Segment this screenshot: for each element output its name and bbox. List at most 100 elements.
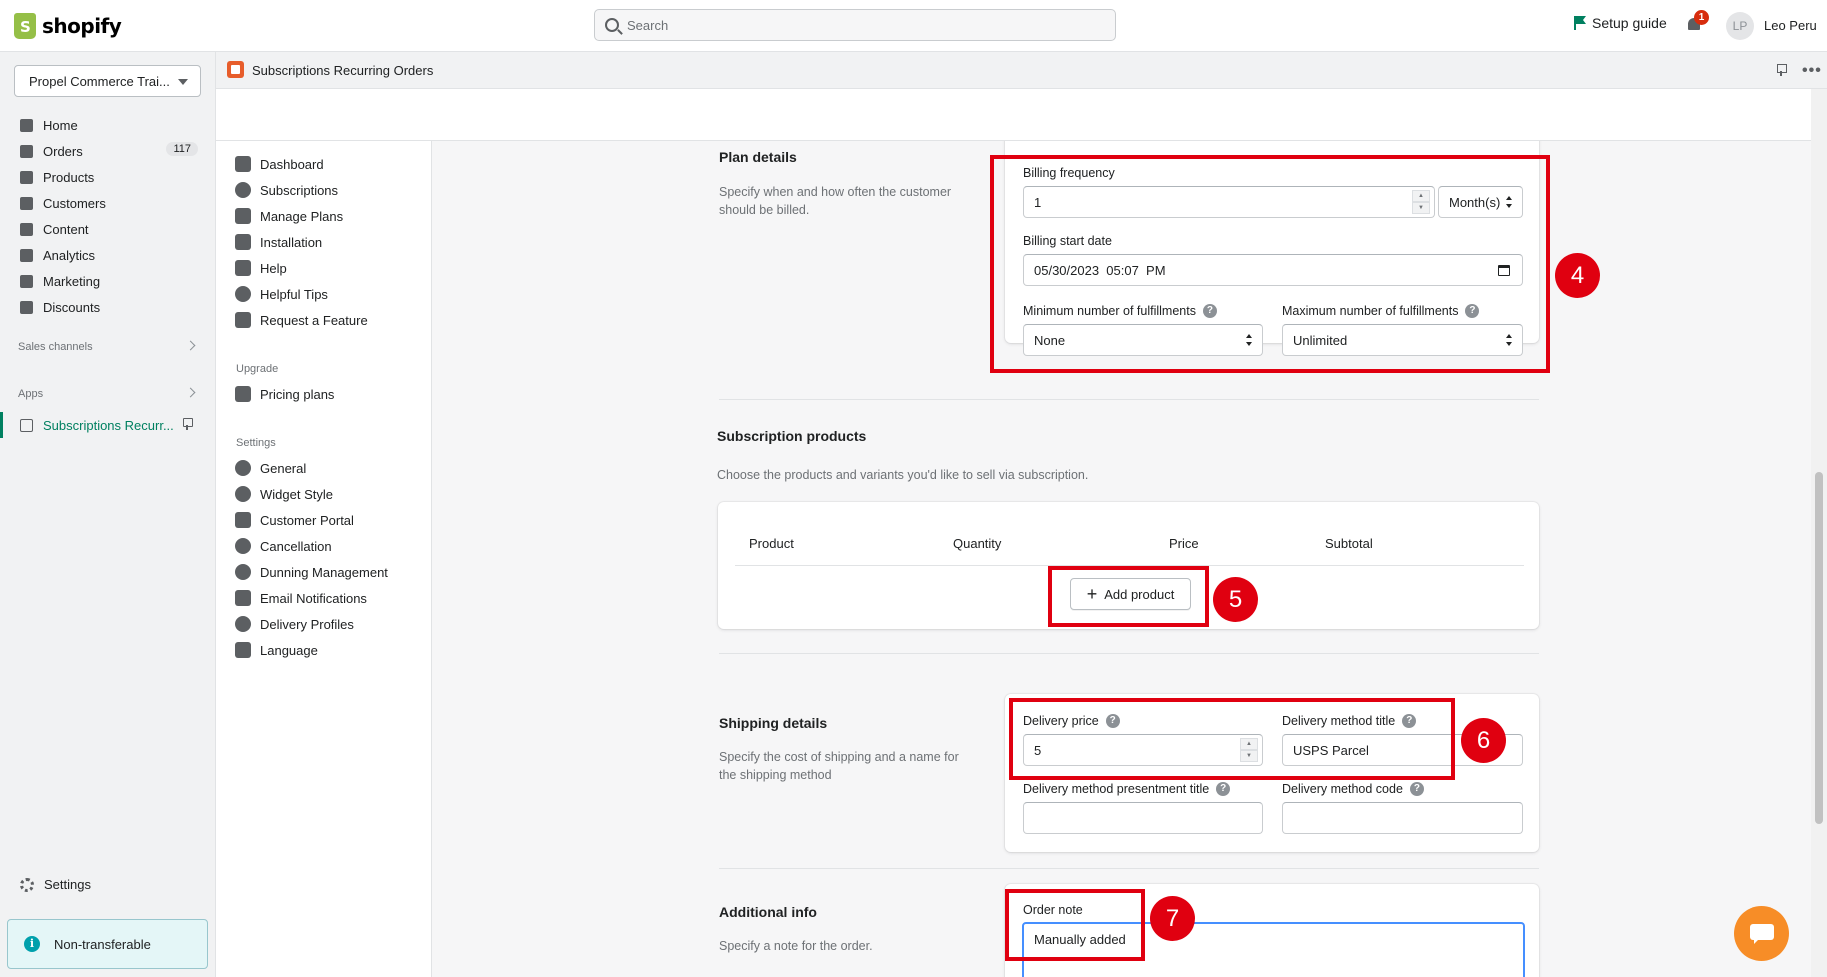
flag-icon xyxy=(1574,16,1586,30)
app-nav-delivery-profiles[interactable]: Delivery Profiles xyxy=(235,616,354,632)
column-header-subtotal: Subtotal xyxy=(1325,536,1373,551)
app-nav-manage-plans[interactable]: Manage Plans xyxy=(235,208,343,224)
app-nav-label: Dashboard xyxy=(260,156,324,172)
sidebar-item-label: Analytics xyxy=(43,247,96,263)
sidebar-item-home[interactable]: Home xyxy=(20,114,200,136)
pin-icon[interactable] xyxy=(1777,64,1787,76)
sidebar-item-label: Marketing xyxy=(43,273,101,289)
sidebar-item-analytics[interactable]: Analytics xyxy=(20,244,200,266)
sidebar-item-orders[interactable]: Orders 117 xyxy=(20,140,200,162)
method-code-label: Delivery method code? xyxy=(1282,782,1424,796)
method-code-input[interactable] xyxy=(1282,802,1523,834)
refresh-icon xyxy=(235,564,251,580)
app-frame-header xyxy=(216,89,1811,141)
annotation-step-5: 5 xyxy=(1213,577,1258,622)
sales-channels-section[interactable]: Sales channels xyxy=(18,340,198,353)
sales-channels-label: Sales channels xyxy=(18,341,93,353)
presentment-title-input[interactable] xyxy=(1023,802,1263,834)
help-icon[interactable]: ? xyxy=(1216,782,1231,796)
logo-text: shopify xyxy=(42,14,122,38)
app-nav-dunning[interactable]: Dunning Management xyxy=(235,564,388,580)
app-nav-request-feature[interactable]: Request a Feature xyxy=(235,312,368,328)
active-indicator xyxy=(0,412,3,438)
home-icon xyxy=(20,118,33,132)
app-nav-helpful-tips[interactable]: Helpful Tips xyxy=(235,286,328,302)
setup-guide-label: Setup guide xyxy=(1592,15,1667,31)
shopify-logo[interactable]: shopify xyxy=(14,13,122,39)
shopify-bag-icon xyxy=(14,13,36,39)
annotation-step-6: 6 xyxy=(1461,718,1506,763)
app-nav-language[interactable]: Language xyxy=(235,642,318,658)
clock-icon xyxy=(235,182,251,198)
sidebar-item-marketing[interactable]: Marketing xyxy=(20,270,200,292)
app-nav-label: Manage Plans xyxy=(260,208,344,224)
app-nav-customer-portal[interactable]: Customer Portal xyxy=(235,512,354,528)
app-title: Subscriptions Recurring Orders xyxy=(252,63,434,78)
search-input[interactable]: Search xyxy=(594,9,1116,41)
sidebar-item-products[interactable]: Products xyxy=(20,166,200,188)
top-bar: shopify Search Setup guide 1 LP Leo Peru xyxy=(0,0,1827,52)
avatar[interactable]: LP xyxy=(1726,12,1754,40)
notification-badge: 1 xyxy=(1694,10,1709,25)
setup-guide-button[interactable]: Setup guide xyxy=(1574,15,1667,31)
sidebar-item-settings[interactable]: Settings xyxy=(20,877,91,892)
page-scrollbar[interactable] xyxy=(1811,89,1827,977)
app-nav-cancellation[interactable]: Cancellation xyxy=(235,538,332,554)
layers-icon xyxy=(235,386,251,402)
app-nav-label: Customer Portal xyxy=(260,512,354,528)
app-nav-general[interactable]: General xyxy=(235,460,306,476)
list-icon xyxy=(235,208,251,224)
presentment-title-label: Delivery method presentment title? xyxy=(1023,782,1231,796)
tag-icon xyxy=(20,170,33,184)
scrollbar-thumb[interactable] xyxy=(1815,472,1823,824)
sidebar-item-discounts[interactable]: Discounts xyxy=(20,296,200,318)
app-nav-dashboard[interactable]: Dashboard xyxy=(235,156,324,172)
sidebar-item-subscriptions-app[interactable]: Subscriptions Recurr... xyxy=(0,412,212,442)
help-icon[interactable]: ? xyxy=(1409,782,1424,796)
user-name[interactable]: Leo Peru xyxy=(1764,18,1817,33)
person-icon xyxy=(235,512,251,528)
annotation-step-4: 4 xyxy=(1555,253,1600,298)
settings-label: Settings xyxy=(44,877,91,892)
app-nav-pricing-plans[interactable]: Pricing plans xyxy=(235,386,334,402)
chat-widget-button[interactable] xyxy=(1734,906,1789,961)
subscription-products-description: Choose the products and variants you'd l… xyxy=(717,468,1089,482)
more-actions-icon[interactable]: ••• xyxy=(1802,62,1822,80)
sidebar-item-content[interactable]: Content xyxy=(20,218,200,240)
app-nav-help[interactable]: Help xyxy=(235,260,287,276)
annotation-box-shipping xyxy=(1009,698,1455,780)
non-transferable-banner[interactable]: i Non-transferable xyxy=(7,919,208,969)
orders-icon xyxy=(20,144,33,158)
column-header-price: Price xyxy=(1169,536,1199,551)
store-name: Propel Commerce Trai... xyxy=(29,73,170,89)
apps-section[interactable]: Apps xyxy=(18,387,198,400)
annotation-box-plan xyxy=(990,155,1550,373)
app-logo-icon xyxy=(227,61,244,78)
cancel-icon xyxy=(235,538,251,554)
app-nav-installation[interactable]: Installation xyxy=(235,234,322,250)
sidebar-item-label: Home xyxy=(43,117,78,133)
thumbs-up-icon xyxy=(235,312,251,328)
app-nav-subscriptions[interactable]: Subscriptions xyxy=(235,182,338,198)
section-divider xyxy=(719,653,1539,654)
notifications-button[interactable]: 1 xyxy=(1686,10,1709,34)
app-nav-label: Cancellation xyxy=(260,538,332,554)
app-icon xyxy=(20,419,33,432)
sidebar-item-customers[interactable]: Customers xyxy=(20,192,200,214)
non-transferable-label: Non-transferable xyxy=(54,936,151,952)
shipping-details-description: Specify the cost of shipping and a name … xyxy=(719,750,959,782)
admin-sidebar: Propel Commerce Trai... Home Orders 117 P… xyxy=(0,52,216,977)
app-nav-label: Installation xyxy=(260,234,323,250)
store-selector[interactable]: Propel Commerce Trai... xyxy=(14,65,201,97)
location-pin-icon xyxy=(235,616,251,632)
person-icon xyxy=(20,196,33,210)
additional-info-title: Additional info xyxy=(719,904,817,920)
app-nav-email-notifications[interactable]: Email Notifications xyxy=(235,590,367,606)
caret-down-icon xyxy=(178,79,188,85)
book-icon xyxy=(235,260,251,276)
plan-details-title: Plan details xyxy=(719,149,797,165)
pin-icon[interactable] xyxy=(183,418,193,430)
sidebar-item-label: Discounts xyxy=(43,299,101,315)
sidebar-item-label: Subscriptions Recurr... xyxy=(43,418,174,433)
app-nav-widget-style[interactable]: Widget Style xyxy=(235,486,333,502)
